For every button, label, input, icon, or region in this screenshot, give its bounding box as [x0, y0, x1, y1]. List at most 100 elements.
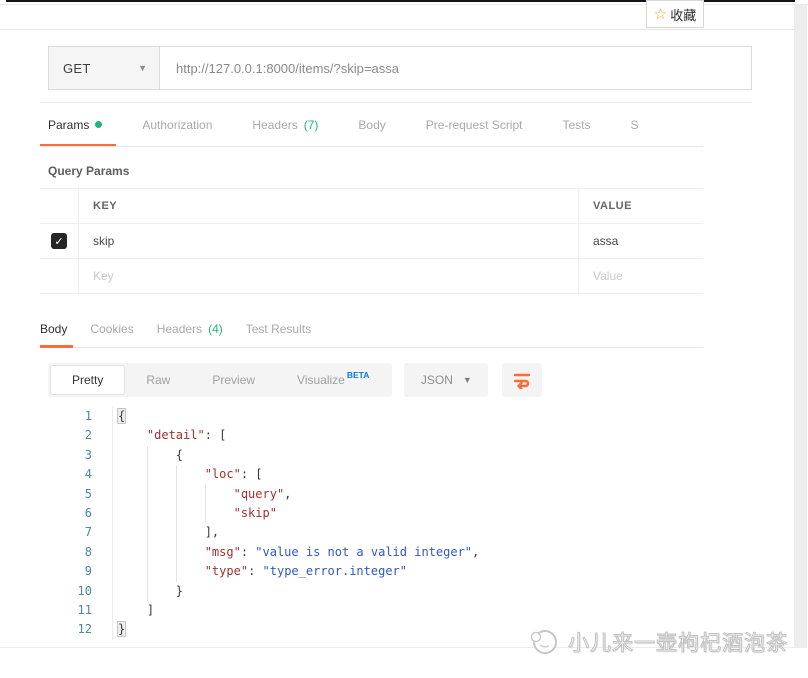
code-line-content: {: [112, 445, 183, 466]
code-line-content: }: [112, 620, 126, 639]
tab-label: Cookies: [90, 321, 134, 336]
request-tabs: Params Authorization Headers (7) Body Pre-req…: [40, 103, 703, 147]
line-number: 11: [77, 602, 92, 617]
tab-label: Headers: [156, 321, 203, 336]
table-placeholder-row: Key Value: [40, 259, 703, 294]
line-number: 1: [84, 409, 92, 423]
json-punctuation: :: [248, 564, 263, 579]
code-line: 5 "query",: [40, 484, 703, 504]
line-number: 3: [84, 447, 92, 462]
code-line-content: "skip": [112, 503, 277, 524]
chevron-down-icon: ▼: [462, 375, 472, 385]
url-input[interactable]: http://127.0.0.1:8000/items/?skip=assa: [160, 46, 752, 90]
view-mode-raw[interactable]: Raw: [125, 365, 191, 395]
tab-authorization[interactable]: Authorization: [142, 103, 213, 146]
star-icon: ☆: [653, 5, 668, 23]
response-tab-cookies[interactable]: Cookies: [90, 310, 133, 348]
code-line: 4 "loc": [: [40, 465, 703, 485]
green-dot-icon: [95, 121, 103, 128]
json-key: "type": [204, 564, 249, 579]
line-number: 7: [84, 525, 92, 540]
response-tabs: Body Cookies Headers (4) Test Results: [40, 310, 703, 348]
key-placeholder-input[interactable]: Key: [93, 269, 114, 283]
json-punctuation: : [: [204, 428, 227, 443]
code-line: 6 "skip": [40, 503, 703, 524]
method-dropdown[interactable]: GET ▼: [48, 46, 160, 90]
header-divider: [0, 29, 795, 30]
line-number: 9: [84, 564, 92, 579]
tab-s[interactable]: S: [630, 103, 639, 146]
tab-count-badge: (4): [208, 321, 223, 336]
value-placeholder-input[interactable]: Value: [593, 269, 623, 283]
indent-guide: [204, 484, 206, 504]
tab-body[interactable]: Body: [358, 103, 386, 146]
code-line-content: ],: [112, 523, 219, 543]
code-line: 3 {: [40, 445, 703, 466]
line-number: 10: [77, 583, 92, 598]
code-line-content: "type": "type_error.integer": [112, 562, 408, 582]
param-value[interactable]: assa: [593, 234, 618, 248]
view-mode-preview[interactable]: Preview: [191, 365, 276, 395]
code-line: 2 "detail": [: [40, 426, 703, 445]
line-number: 2: [84, 428, 92, 443]
code-line: 9 "type": "type_error.integer": [40, 562, 703, 582]
tab-label: Tests: [562, 117, 591, 132]
json-punctuation: ,: [472, 544, 480, 559]
key-column-header: KEY: [78, 189, 578, 223]
row-checkbox[interactable]: ✓: [51, 233, 67, 249]
tab-label: Body: [358, 117, 386, 132]
favorite-button[interactable]: ☆ 收藏: [646, 0, 704, 28]
query-params-title: Query Params: [48, 164, 130, 178]
tab-label: Body: [40, 321, 68, 336]
json-key: "skip": [233, 505, 277, 520]
response-tab-body[interactable]: Body: [40, 310, 74, 348]
value-column-header: VALUE: [578, 189, 703, 223]
watermark: 小儿来一壶枸杞酒泡茶: [528, 626, 788, 658]
tab-label: S: [630, 117, 639, 132]
json-punctuation: [118, 428, 147, 442]
check-icon: ✓: [54, 235, 64, 248]
view-mode-label: Visualize: [297, 373, 345, 387]
json-punctuation: }: [118, 583, 184, 598]
view-mode-pretty[interactable]: Pretty: [50, 365, 126, 395]
scrollbar[interactable]: [794, 5, 807, 648]
indent-guide: [146, 562, 148, 582]
code-line-content: }: [112, 581, 184, 601]
matched-brace: {: [118, 409, 126, 423]
json-punctuation: [118, 564, 205, 578]
code-line: 11 ]: [40, 601, 703, 620]
json-string-value: "value is not a valid integer": [255, 544, 473, 559]
tab-label: Params: [48, 117, 90, 132]
watermark-logo-icon: [530, 630, 557, 654]
code-line: 7 ],: [40, 523, 703, 543]
response-tab-headers[interactable]: Headers (4): [157, 310, 223, 348]
matched-brace: }: [118, 622, 126, 637]
wrap-lines-button[interactable]: [502, 363, 543, 397]
code-line: 1{: [40, 407, 703, 426]
tab-label: Headers: [252, 117, 298, 132]
param-key[interactable]: skip: [93, 234, 114, 248]
indent-guide: [146, 542, 148, 563]
code-line-content: {: [112, 407, 126, 426]
tab-params[interactable]: Params: [40, 103, 117, 146]
line-number: 8: [84, 544, 92, 559]
tab-tests[interactable]: Tests: [562, 103, 591, 146]
json-string-value: "type_error.integer": [262, 564, 408, 579]
request-panel: GET ▼ http://127.0.0.1:8000/items/?skip=…: [40, 38, 752, 640]
line-number: 12: [77, 622, 92, 637]
code-line: 10 }: [40, 581, 703, 601]
tab-label: Authorization: [142, 117, 213, 132]
code-line-content: "loc": [: [112, 465, 263, 485]
view-mode-visualize[interactable]: Visualize BETA: [276, 365, 390, 395]
format-dropdown[interactable]: JSON ▼: [404, 363, 489, 397]
indent-guide: [146, 445, 148, 466]
json-key: "query": [233, 486, 285, 501]
response-body-code[interactable]: 1{2 "detail": [3 {4 "loc": [5 "query", 6 …: [40, 407, 703, 640]
view-mode-switcher: Pretty Raw Preview Visualize BETA: [48, 363, 393, 397]
response-tab-test-results[interactable]: Test Results: [246, 310, 311, 348]
empty-check-cell: [40, 259, 78, 293]
tab-label: Test Results: [245, 321, 312, 336]
tab-pre-request-script[interactable]: Pre-request Script: [426, 103, 523, 146]
json-punctuation: ]: [118, 602, 155, 617]
tab-headers[interactable]: Headers (7): [252, 103, 318, 146]
